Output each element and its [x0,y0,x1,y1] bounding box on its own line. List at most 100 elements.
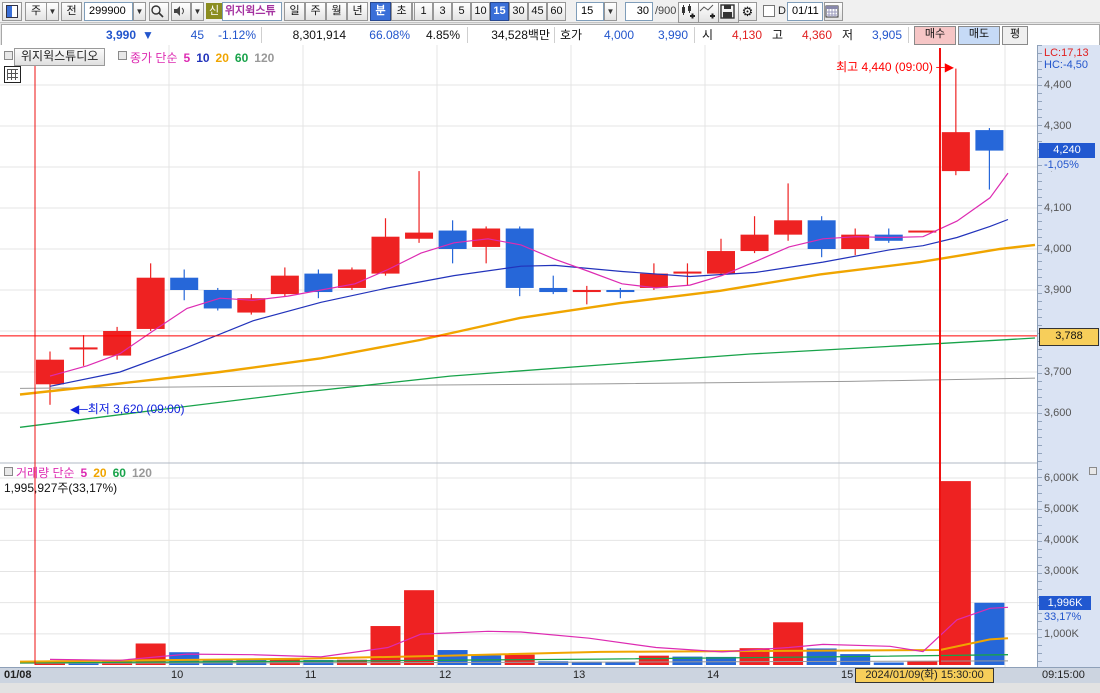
volume-summary: 1,995,927주(33,17%) [4,481,118,495]
volume-tick-label: 1,000K [1044,627,1079,640]
interval-btn-10[interactable]: 10 [471,2,490,21]
volume-tick-label: 5,000K [1044,503,1079,516]
d-checkbox-label: D [778,5,786,17]
price-tick-label: 4,100 [1044,202,1072,214]
panel-toggle-icon[interactable] [2,2,22,21]
add-line-tool-icon[interactable] [698,2,719,23]
chart-type-dropdown-icon[interactable]: ▼ [46,2,59,21]
volume-legend-label: 거래량 단순 [16,466,75,480]
trade-amount: 34,528백만 [491,28,550,42]
tab-period-2[interactable]: 월 [326,2,347,21]
right-axis-panel: LC:17,13 HC:-4,50 4,4004,3004,2004,1004,… [1037,45,1100,667]
grid-tool-icon[interactable] [4,66,21,83]
ask-price: 4,000 [603,28,634,42]
interval-btn-45[interactable]: 45 [528,2,547,21]
avg-button[interactable]: 평 [1002,26,1028,45]
current-volume-badge: 1,996K [1039,596,1091,610]
hc-readout: HC:-4,50 [1044,59,1089,71]
sell-button[interactable]: 매도 [958,26,1000,45]
volume-tick-label: 6,000K [1044,471,1079,484]
buy-button[interactable]: 매수 [914,26,956,45]
time-axis: 01/08 10 11 12 13 14 15 2024/01/09(화) 15:30:00… [0,667,1100,683]
legend-ma-5: 5 [183,51,191,65]
stock-code-dropdown-icon[interactable]: ▼ [133,2,146,21]
price-tick-label: 3,600 [1044,407,1072,419]
toolbar-main: 주 ▼ 전 299900 ▼ ▼ 신 위지윅스튜 일주월년 분초틱 135101… [0,0,1100,23]
interval-select-arrow-icon[interactable]: ▼ [604,2,617,21]
chart-area[interactable]: 위지윅스튜디오 종가 단순 5 10 20 60 120 거래량 단순 5 20 60 120 1… [0,45,1037,667]
sound-dropdown-icon[interactable]: ▼ [191,2,204,21]
interval-btn-30[interactable]: 30 [509,2,528,21]
interval-btn-15[interactable]: 15 [490,2,509,21]
jeon-button[interactable]: 전 [61,2,82,21]
bar-count-input[interactable]: 30 [625,2,653,21]
stock-code-input[interactable]: 299900 [84,2,133,21]
legend-ma-120: 120 [131,466,152,480]
new-listing-badge: 신 [206,3,222,19]
settings-gear-icon[interactable]: ⚙ [738,2,757,21]
high-annotation: 최고 4,440 (09:00) ─▶ [836,60,954,74]
legend-marker-icon [118,51,127,60]
save-icon[interactable] [718,2,739,23]
price-legend-label: 종가 단순 [130,51,178,65]
bar-max-label: /900 [655,5,677,17]
interval-select[interactable]: 15 [576,2,604,21]
volume-total: 8,301,914 [292,28,346,42]
price-tick-label: 3,700 [1044,366,1072,378]
candlestick-volume-plot[interactable] [0,45,1037,667]
tab-mode-1[interactable]: 초 [391,2,412,21]
low-label: 저 [842,28,854,42]
time-axis-label: 01/08 [4,669,32,681]
stock-name-field[interactable]: 위지윅스튜 [222,2,282,21]
volume-tick-label: 4,000K [1044,534,1079,547]
volume-tick-label: 3,000K [1044,565,1079,578]
chart-type-button[interactable]: 주 [25,2,47,21]
interval-btn-5[interactable]: 5 [452,2,471,21]
time-axis-label: 14 [707,669,720,681]
d-checkbox[interactable] [763,5,775,17]
quote-field: 3,990 ▼ 45 -1.12% 8,301,914 66.08% 4.85%… [1,24,1100,46]
lc-readout: LC:17,13 [1044,47,1089,59]
crosshair-price-badge: 3,788 [1039,328,1099,346]
hoga-label: 호가 [560,28,583,42]
time-axis-label: 15 [841,669,854,681]
search-icon[interactable] [149,2,169,21]
interval-btn-1[interactable]: 1 [414,2,433,21]
price-change: 45 [190,28,204,42]
interval-btn-3[interactable]: 3 [433,2,452,21]
time-axis-label: 10 [171,669,184,681]
legend-ma-20: 20 [215,51,229,65]
high-price: 4,360 [801,28,832,42]
calendar-icon[interactable] [824,2,843,21]
price-tick-label: 4,300 [1044,120,1072,132]
low-annotation: ◀─최저 3,620 (09:00) [70,402,185,416]
tab-period-0[interactable]: 일 [284,2,305,21]
last-bar-time: 09:15:00 [1042,669,1085,681]
tab-period-3[interactable]: 년 [347,2,368,21]
sound-icon[interactable] [171,2,191,21]
price-tick-label: 4,000 [1044,243,1072,255]
legend-ma-10: 10 [196,51,210,65]
high-label: 고 [772,28,784,42]
tab-period-1[interactable]: 주 [305,2,326,21]
date-input[interactable]: 01/11 [787,2,823,21]
interval-btn-60[interactable]: 60 [547,2,566,21]
legend-ma-120: 120 [254,51,275,65]
pane-marker-icon [4,51,13,60]
legend-ma-60: 60 [234,51,249,65]
current-price-pct: -1,05% [1044,159,1079,171]
legend-ma-20: 20 [93,466,107,480]
current-price: 3,990 [105,28,136,42]
stock-chart-window: 주 ▼ 전 299900 ▼ ▼ 신 위지윅스튜 일주월년 분초틱 135101… [0,0,1100,693]
legend-ma-60: 60 [112,466,126,480]
price-change-pct: -1.12% [217,28,256,42]
open-price: 4,130 [731,28,762,42]
volume-pane-marker-icon [4,467,13,476]
add-candle-tool-icon[interactable] [678,2,699,23]
price-tick-label: 3,900 [1044,284,1072,296]
time-axis-label: 12 [439,669,452,681]
open-label: 시 [702,28,714,42]
tab-mode-0[interactable]: 분 [370,2,391,21]
expand-pane-icon[interactable] [1089,467,1097,475]
price-pane-title-tab[interactable]: 위지윅스튜디오 [14,48,106,66]
